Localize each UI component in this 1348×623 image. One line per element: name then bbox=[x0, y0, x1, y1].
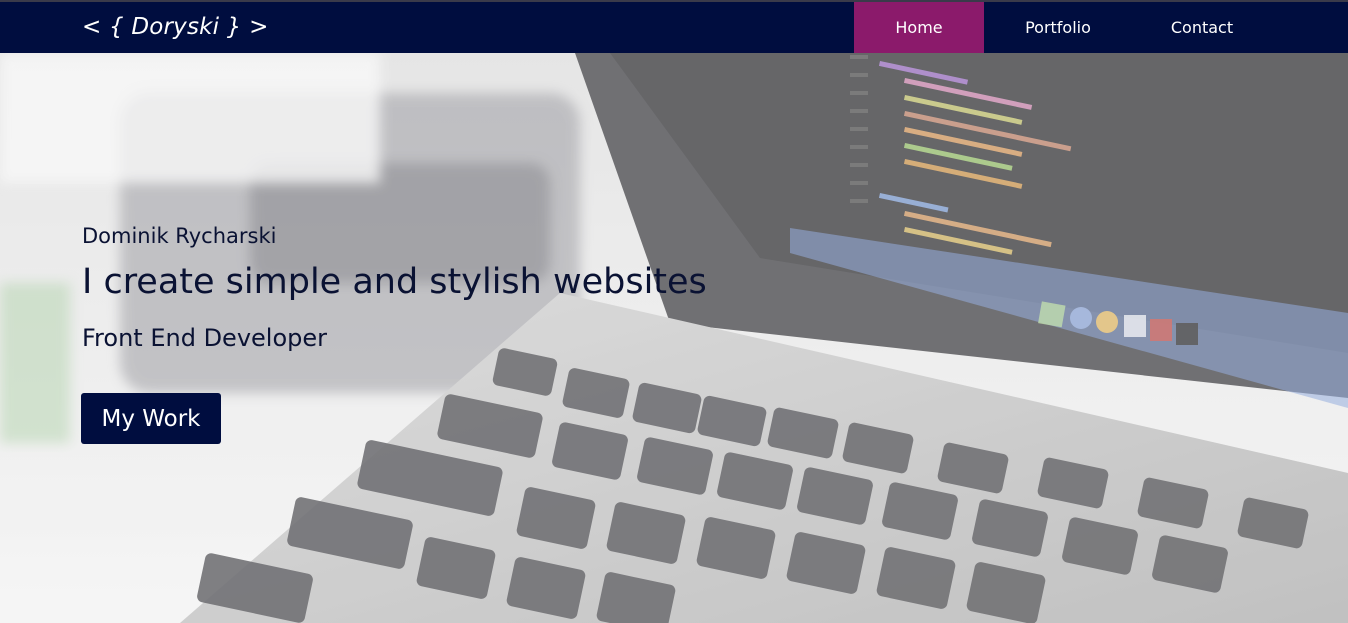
my-work-button[interactable]: My Work bbox=[81, 393, 221, 444]
hero-headline: I create simple and stylish websites bbox=[82, 262, 707, 302]
hero-role: Front End Developer bbox=[82, 324, 328, 352]
hero-name: Dominik Rycharski bbox=[82, 224, 277, 248]
navbar: < { Doryski } > Home Portfolio Contact bbox=[0, 2, 1348, 53]
nav-home-link[interactable]: Home bbox=[854, 2, 984, 53]
hero-section: Dominik Rycharski I create simple and st… bbox=[0, 53, 1348, 623]
nav-contact-link[interactable]: Contact bbox=[1132, 2, 1272, 53]
nav-portfolio-link[interactable]: Portfolio bbox=[984, 2, 1132, 53]
main-nav: Home Portfolio Contact bbox=[854, 2, 1272, 53]
site-logo[interactable]: < { Doryski } > bbox=[82, 14, 269, 40]
